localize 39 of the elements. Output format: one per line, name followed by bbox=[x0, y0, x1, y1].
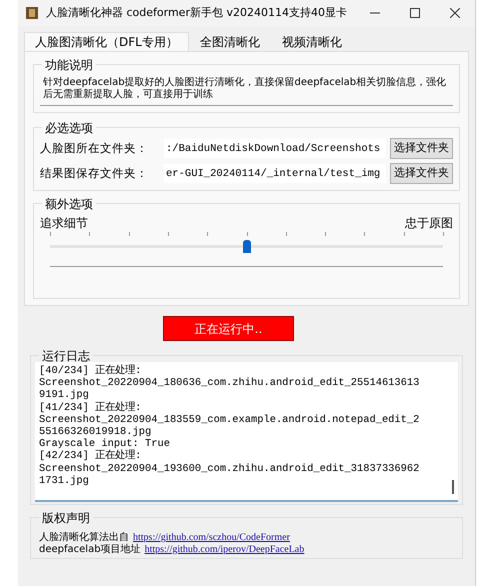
link[interactable]: https://github.com/iperov/DeepFaceLab bbox=[144, 544, 304, 556]
group-title: 必选选项 bbox=[42, 119, 96, 137]
minimize-icon[interactable] bbox=[370, 12, 380, 14]
app-icon bbox=[26, 7, 38, 19]
log-line: 1731.jpg bbox=[39, 474, 90, 488]
log-line: Grayscale input: True bbox=[39, 438, 171, 450]
slider-thumb[interactable] bbox=[242, 240, 250, 253]
tab[interactable]: 人脸图清晰化（DFL专用） bbox=[24, 32, 189, 51]
log-line: [40/234] 正在处理: bbox=[39, 365, 142, 378]
slider-label: 追求细节 bbox=[40, 215, 88, 232]
tab[interactable]: 全图清晰化 bbox=[188, 32, 271, 51]
credit-text: deepfacelab项目地址 bbox=[39, 544, 141, 556]
link[interactable]: https://github.com/sczhou/CodeFormer bbox=[133, 532, 290, 544]
slider-label: 忠于原图 bbox=[405, 215, 453, 232]
folder-field[interactable]: :/BaiduNetdiskDownload/Screenshots bbox=[164, 139, 386, 158]
choose-folder-button[interactable]: 选择文件夹 bbox=[390, 163, 453, 184]
window-title: 人脸清晰化神器 codeformer新手包 v20240114支持40显卡 bbox=[46, 4, 348, 21]
log-line: Screenshot_20220904_180636_com.zhihu.android_edit_25514613613 bbox=[39, 377, 420, 390]
group-title: 额外选项 bbox=[42, 195, 96, 213]
maximize-icon[interactable] bbox=[410, 8, 420, 18]
log-line: 55166326019918.jpg bbox=[39, 426, 152, 438]
group-title: 功能说明 bbox=[42, 56, 96, 74]
choose-folder-button[interactable]: 选择文件夹 bbox=[390, 138, 453, 159]
log-line: Screenshot_20220904_183559_com.example.android.notepad_edit_2 bbox=[39, 414, 420, 426]
run-button[interactable]: 正在运行中.. bbox=[163, 316, 294, 341]
log-line: [42/234] 正在处理: bbox=[39, 450, 142, 463]
scrollbar-thumb[interactable] bbox=[452, 480, 454, 494]
log-line: [41/234] 正在处理: bbox=[39, 402, 142, 414]
field-label: 人脸图所在文件夹： bbox=[40, 140, 149, 157]
log-line: 9191.jpg bbox=[39, 389, 90, 402]
folder-field[interactable]: er-GUI_20240114/_internal/test_img bbox=[164, 164, 386, 183]
description-text: 针对deepfacelab提取好的人脸图进行清晰化，直接保留deepfacelab相关切脸信息，强化后无需重新提取人脸，可直接用于训练 bbox=[40, 75, 453, 106]
field-label: 结果图保存文件夹： bbox=[40, 164, 149, 182]
tab[interactable]: 视频清晰化 bbox=[270, 32, 353, 51]
credit-text: 人脸清晰化算法出自 bbox=[39, 532, 129, 544]
slider-track[interactable] bbox=[50, 232, 443, 254]
close-icon[interactable] bbox=[450, 8, 460, 18]
log-line: Screenshot_20220904_193600_com.zhihu.android_edit_31837336962 bbox=[39, 462, 420, 475]
group-title: 版权声明 bbox=[39, 509, 93, 527]
